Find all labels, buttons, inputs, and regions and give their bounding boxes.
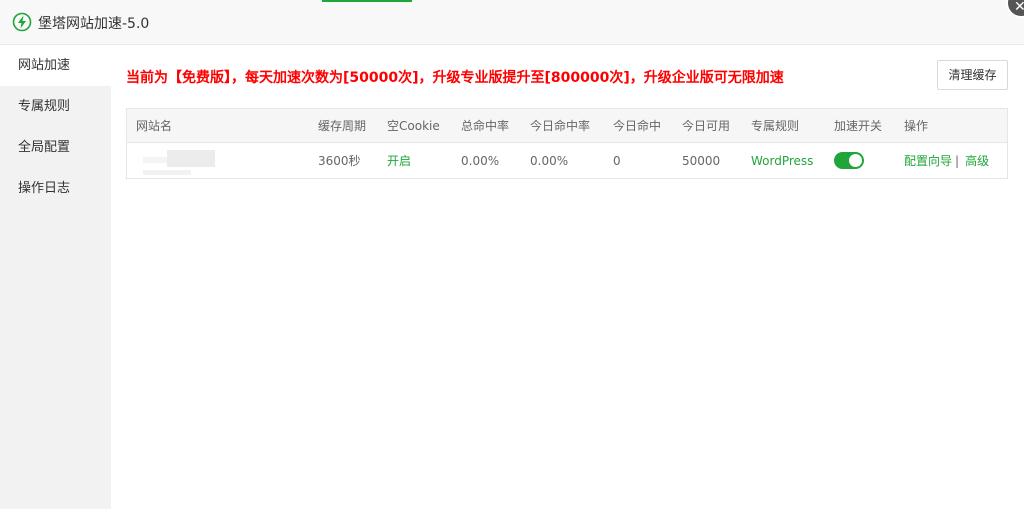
version-notice: 当前为【免费版】，每天加速次数为[50000次]，升级专业版提升至[800000… xyxy=(126,70,784,86)
accelerate-toggle[interactable] xyxy=(834,152,864,169)
lightning-bolt-icon xyxy=(12,12,32,32)
header-empty-cookie: 空Cookie xyxy=(387,119,440,133)
action-separator: | xyxy=(955,154,960,168)
header-today-hit-rate: 今日命中率 xyxy=(530,119,591,133)
table-row: 3600秒 开启 0.00% 0.00% 0 50000 WordPress 配… xyxy=(127,144,1007,178)
actions-cell: 配置向导 | 高级 xyxy=(904,144,989,178)
today-hits-value: 0 xyxy=(613,154,621,168)
exclusive-rule-link[interactable]: WordPress xyxy=(751,144,813,178)
table-header: 网站名 缓存周期 空Cookie 总命中率 今日命中率 今日命中 今日可用 专属… xyxy=(127,109,1007,143)
sidebar-item-exclusive-rules[interactable]: 专属规则 xyxy=(0,86,111,127)
sidebar-item-label: 网站加速 xyxy=(18,58,71,73)
clear-cache-button[interactable]: 清理缓存 xyxy=(937,60,1008,90)
header-today-hits: 今日命中 xyxy=(613,119,662,133)
config-wizard-link[interactable]: 配置向导 xyxy=(904,154,952,168)
header-total-hit-rate: 总命中率 xyxy=(461,119,510,133)
sidebar-item-site-acceleration[interactable]: 网站加速 xyxy=(0,45,111,86)
close-icon: ✕ xyxy=(1014,0,1024,15)
title-bar: 堡塔网站加速-5.0 ✕ xyxy=(0,0,1024,45)
header-accelerate-switch: 加速开关 xyxy=(834,119,883,133)
header-cache-period: 缓存周期 xyxy=(318,119,367,133)
close-button[interactable]: ✕ xyxy=(1006,0,1024,18)
advanced-link[interactable]: 高级 xyxy=(965,154,989,168)
sidebar: 网站加速 专属规则 全局配置 操作日志 xyxy=(0,45,111,509)
cache-period-value: 3600秒 xyxy=(318,154,361,168)
toggle-knob xyxy=(849,154,862,167)
site-name-redacted[interactable] xyxy=(143,150,217,175)
header-exclusive-rule: 专属规则 xyxy=(751,119,800,133)
total-hit-rate-value: 0.00% xyxy=(461,154,500,168)
main-panel: 当前为【免费版】，每天加速次数为[50000次]，升级专业版提升至[800000… xyxy=(111,45,1024,509)
title-accent-line xyxy=(322,0,412,2)
today-hit-rate-value: 0.00% xyxy=(530,154,569,168)
header-site-name: 网站名 xyxy=(136,119,173,133)
today-available-value: 50000 xyxy=(682,154,721,168)
sidebar-item-operation-log[interactable]: 操作日志 xyxy=(0,168,111,209)
header-actions: 操作 xyxy=(904,119,929,133)
sidebar-item-global-config[interactable]: 全局配置 xyxy=(0,127,111,168)
site-table: 网站名 缓存周期 空Cookie 总命中率 今日命中率 今日命中 今日可用 专属… xyxy=(126,108,1008,179)
sidebar-item-label: 专属规则 xyxy=(18,99,71,114)
header-today-available: 今日可用 xyxy=(682,119,731,133)
sidebar-item-label: 全局配置 xyxy=(18,140,71,155)
empty-cookie-value[interactable]: 开启 xyxy=(387,144,411,178)
sidebar-item-label: 操作日志 xyxy=(18,181,71,196)
window-title: 堡塔网站加速-5.0 xyxy=(38,16,150,32)
